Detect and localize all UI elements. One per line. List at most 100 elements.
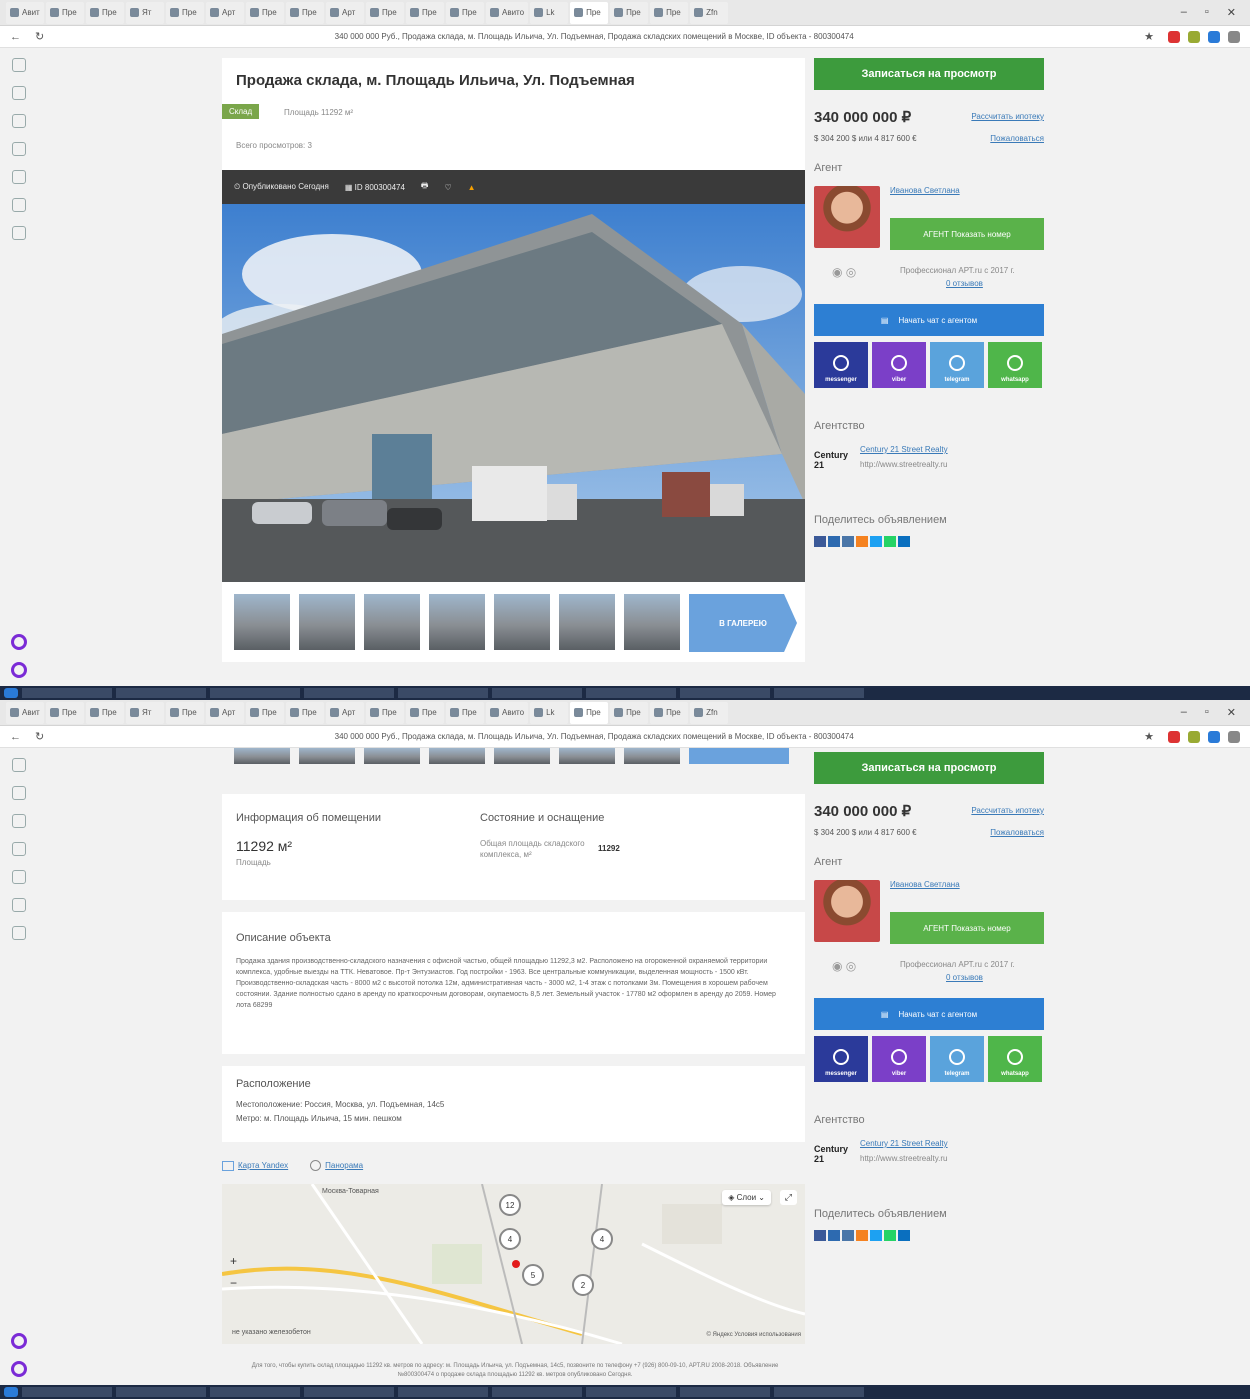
chat-button[interactable]: ▤ Начать чат с агентом (814, 304, 1044, 336)
fullscreen-icon[interactable]: ⤢ (779, 1190, 797, 1205)
photo-thumbnail[interactable] (494, 748, 550, 764)
gallery-button[interactable]: В ГАЛЕРЕЮ (689, 594, 797, 652)
maximize-icon[interactable]: ▫ (1205, 6, 1209, 19)
share-icon[interactable] (856, 536, 868, 547)
telegram-button[interactable]: telegram (930, 342, 984, 388)
favorite-icon[interactable]: ♡ (444, 183, 451, 192)
tool-icon[interactable] (12, 114, 26, 128)
tool-icon[interactable] (12, 898, 26, 912)
photo-thumbnail[interactable] (624, 594, 680, 650)
browser-tab[interactable]: Пре (46, 1, 84, 24)
photo-thumbnail[interactable] (624, 748, 680, 764)
browser-tab[interactable]: Пре (46, 701, 84, 724)
taskbar-item[interactable] (22, 1387, 112, 1397)
browser-tab[interactable]: Пре (406, 1, 444, 24)
taskbar-item[interactable] (586, 1387, 676, 1397)
taskbar-item[interactable] (680, 688, 770, 698)
map-cluster[interactable]: 4 (499, 1228, 521, 1250)
taskbar-item[interactable] (398, 688, 488, 698)
mortgage-link[interactable]: Рассчитать ипотеку (971, 112, 1044, 121)
taskbar-item[interactable] (116, 1387, 206, 1397)
browser-tab[interactable]: Пре (286, 701, 324, 724)
agent-reviews-link[interactable]: 0 отзывов (946, 279, 983, 288)
url-field[interactable]: 340 000 000 Руб., Продажа склада, м. Пло… (58, 732, 1130, 741)
viber-button[interactable]: viber (872, 342, 926, 388)
tool-icon[interactable] (12, 758, 26, 772)
share-icon[interactable] (898, 1230, 910, 1241)
zoom-in-icon[interactable]: + (230, 1254, 237, 1268)
mortgage-link[interactable]: Рассчитать ипотеку (971, 806, 1044, 815)
messenger-button[interactable]: messenger (814, 1036, 868, 1082)
tool-icon[interactable] (12, 198, 26, 212)
tool-icon[interactable] (12, 926, 26, 940)
agent-reviews-link[interactable]: 0 отзывов (946, 973, 983, 982)
messenger-button[interactable]: messenger (814, 342, 868, 388)
bookmark-star-icon[interactable]: ★ (1144, 730, 1154, 743)
back-icon[interactable]: ← (10, 731, 21, 743)
complain-link[interactable]: Пожаловаться (990, 134, 1044, 143)
taskbar-item[interactable] (774, 1387, 864, 1397)
taskbar-item[interactable] (398, 1387, 488, 1397)
reload-icon[interactable]: ↻ (35, 30, 44, 43)
browser-tab-active[interactable]: Пре (570, 1, 609, 24)
browser-tab[interactable]: Пре (446, 1, 484, 24)
browser-tab[interactable]: Авит (6, 1, 44, 24)
agency-name-link[interactable]: Century 21 Street Realty (860, 445, 948, 454)
browser-tab[interactable]: Ят (126, 1, 164, 24)
browser-tab[interactable]: Пре (166, 701, 204, 724)
browser-tab[interactable]: Пре (650, 1, 689, 24)
browser-tab[interactable]: Пре (446, 701, 484, 724)
browser-tab[interactable]: Пре (86, 1, 124, 24)
share-icon[interactable] (898, 536, 910, 547)
share-icon[interactable] (814, 1230, 826, 1241)
browser-tab[interactable]: Zfn (690, 1, 729, 24)
photo-thumbnail[interactable] (234, 748, 290, 764)
taskbar-item[interactable] (774, 688, 864, 698)
browser-tab-active[interactable]: Пре (570, 701, 609, 724)
share-icon[interactable] (856, 1230, 868, 1241)
zoom-out-icon[interactable]: − (230, 1276, 237, 1290)
viber-button[interactable]: viber (872, 1036, 926, 1082)
taskbar-item[interactable] (210, 1387, 300, 1397)
browser-tab[interactable]: Пре (366, 701, 404, 724)
browser-tab[interactable]: Пре (166, 1, 204, 24)
start-icon[interactable] (4, 1387, 18, 1397)
browser-tab[interactable]: Авито (486, 1, 529, 24)
share-icon[interactable] (828, 1230, 840, 1241)
whatsapp-button[interactable]: whatsapp (988, 1036, 1042, 1082)
main-photo[interactable] (222, 204, 805, 582)
share-icon[interactable] (870, 536, 882, 547)
book-viewing-button[interactable]: Записаться на просмотр (814, 58, 1044, 90)
map-cluster[interactable]: 4 (591, 1228, 613, 1250)
photo-thumbnail[interactable] (364, 748, 420, 764)
tool-icon[interactable] (12, 58, 26, 72)
share-icon[interactable] (884, 536, 896, 547)
photo-thumbnail[interactable] (364, 594, 420, 650)
close-icon[interactable]: ✕ (1227, 706, 1236, 719)
extension-icon[interactable] (1168, 30, 1180, 43)
show-phone-button[interactable]: АГЕНТ Показать номер (890, 218, 1044, 250)
map-tab[interactable]: Карта Yandex (222, 1160, 288, 1171)
book-viewing-button[interactable]: Записаться на просмотр (814, 752, 1044, 784)
browser-tab[interactable]: Арт (326, 701, 364, 724)
taskbar-item[interactable] (492, 1387, 582, 1397)
photo-thumbnail[interactable] (299, 748, 355, 764)
photo-thumbnail[interactable] (559, 748, 615, 764)
browser-tab[interactable]: Пре (406, 701, 444, 724)
photo-thumbnail[interactable] (429, 594, 485, 650)
browser-tab[interactable]: Пре (610, 1, 649, 24)
chat-button[interactable]: ▤ Начать чат с агентом (814, 998, 1044, 1030)
browser-tab[interactable]: Lk (530, 1, 569, 24)
browser-tab[interactable]: Арт (206, 1, 244, 24)
show-phone-button[interactable]: АГЕНТ Показать номер (890, 912, 1044, 944)
photo-thumbnail[interactable] (429, 748, 485, 764)
tool-icon[interactable] (12, 786, 26, 800)
taskbar-item[interactable] (680, 1387, 770, 1397)
browser-tab[interactable]: Авит (6, 701, 44, 724)
download-icon[interactable] (1228, 30, 1240, 43)
extension-icon[interactable] (1208, 30, 1220, 43)
back-icon[interactable]: ← (10, 31, 21, 43)
photo-thumbnail[interactable] (494, 594, 550, 650)
browser-tab[interactable]: Пре (286, 1, 324, 24)
panorama-tab[interactable]: Панорама (310, 1160, 363, 1171)
